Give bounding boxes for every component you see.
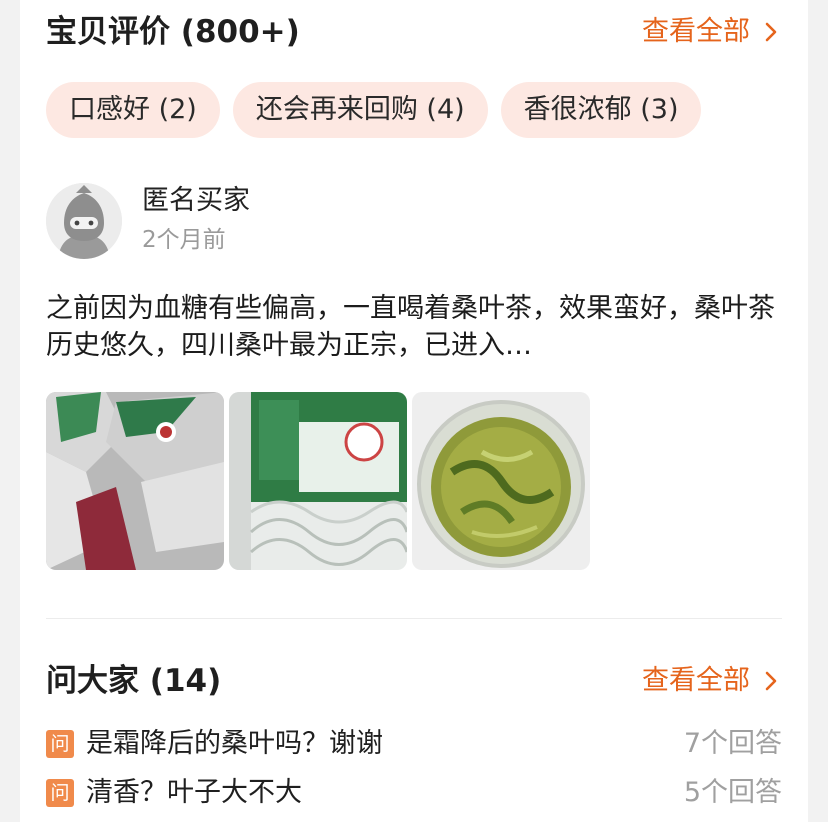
reviews-see-all-link[interactable]: 查看全部 xyxy=(642,2,782,62)
question-text[interactable]: 清香？叶子大不大 xyxy=(86,770,302,816)
review-tag[interactable]: 还会再来回购 (4) xyxy=(232,82,488,138)
question-row[interactable]: 问 清香？叶子大不大 5个回答 xyxy=(46,770,782,816)
question-row[interactable]: 问 是霜降后的桑叶吗？谢谢 7个回答 xyxy=(46,721,782,767)
ask-header: 问大家 (14) 查看全部 xyxy=(46,651,782,711)
question-badge: 问 xyxy=(46,779,74,807)
ask-title: 问大家 (14) xyxy=(46,663,222,699)
chevron-right-icon xyxy=(760,651,782,711)
reviews-header: 宝贝评价 (800+) 查看全部 xyxy=(46,2,782,62)
reviews-title: 宝贝评价 (800+) xyxy=(46,14,300,50)
review-photo-brewed-tea[interactable] xyxy=(412,392,590,570)
review-tag[interactable]: 口感好 (2) xyxy=(46,82,220,138)
reviewer-name: 匿名买家 xyxy=(142,185,250,216)
question-badge: 问 xyxy=(46,730,74,758)
section-divider xyxy=(46,618,782,619)
product-detail-card: 宝贝评价 (800+) 查看全部 口感好 (2) 还会再来回购 (4) 香很浓郁… xyxy=(20,0,808,822)
ask-see-all-link[interactable]: 查看全部 xyxy=(642,651,782,711)
chevron-right-icon xyxy=(760,2,782,62)
review-tags: 口感好 (2) 还会再来回购 (4) 香很浓郁 (3) xyxy=(46,82,702,138)
answer-count: 7个回答 xyxy=(683,728,782,759)
see-all-label: 查看全部 xyxy=(642,665,750,696)
review-text[interactable]: 之前因为血糖有些偏高，一直喝着桑叶茶，效果蛮好，桑叶茶历史悠久，四川桑叶最为正宗… xyxy=(46,290,776,364)
review-photos xyxy=(46,392,590,570)
review-time: 2个月前 xyxy=(142,227,226,253)
see-all-label: 查看全部 xyxy=(642,16,750,47)
review-photo-tea-packets[interactable] xyxy=(46,392,224,570)
review-photo-tea-box[interactable] xyxy=(229,392,407,570)
question-text[interactable]: 是霜降后的桑叶吗？谢谢 xyxy=(86,721,383,767)
default-avatar-icon xyxy=(46,183,122,259)
review-tag[interactable]: 香很浓郁 (3) xyxy=(500,82,702,138)
answer-count: 5个回答 xyxy=(683,777,782,808)
